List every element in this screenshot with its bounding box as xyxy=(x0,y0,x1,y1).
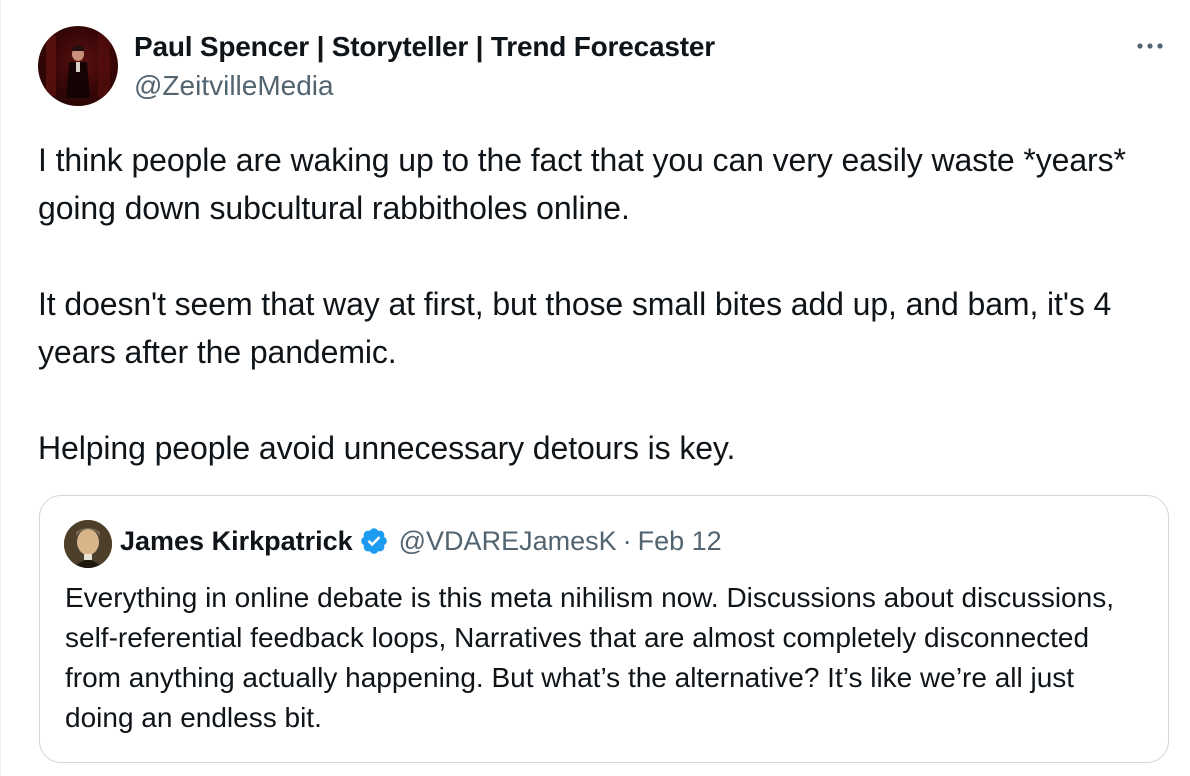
author-info: Paul Spencer | Storyteller | Trend Forec… xyxy=(134,30,715,104)
more-dots-icon xyxy=(1137,43,1163,49)
verified-badge-icon xyxy=(360,528,387,554)
author-avatar[interactable] xyxy=(38,26,118,106)
tweet-paragraph: It doesn't seem that way at first, but t… xyxy=(38,286,1112,370)
quote-date[interactable]: Feb 12 xyxy=(638,523,722,559)
more-options-button[interactable] xyxy=(1132,32,1168,60)
quote-author-handle[interactable]: @VDAREJamesK xyxy=(399,523,617,559)
tweet-card: Paul Spencer | Storyteller | Trend Forec… xyxy=(0,0,1190,776)
quote-author-avatar[interactable] xyxy=(64,520,112,568)
tweet-paragraph: Helping people avoid unnecessary detours… xyxy=(38,430,736,466)
quote-text: Everything in online debate is this meta… xyxy=(65,582,1114,733)
author-name[interactable]: Paul Spencer | Storyteller | Trend Forec… xyxy=(134,30,715,64)
quote-author-name[interactable]: James Kirkpatrick xyxy=(120,523,353,559)
separator-dot: · xyxy=(622,526,632,556)
tweet-text: I think people are waking up to the fact… xyxy=(38,136,1168,472)
quoted-tweet[interactable]: James Kirkpatrick @VDAREJamesK · Feb 12 … xyxy=(39,495,1169,763)
author-handle[interactable]: @ZeitvilleMedia xyxy=(134,68,715,104)
tweet-paragraph: I think people are waking up to the fact… xyxy=(38,142,1126,226)
quote-header: James Kirkpatrick @VDAREJamesK · Feb 12 xyxy=(120,523,722,559)
